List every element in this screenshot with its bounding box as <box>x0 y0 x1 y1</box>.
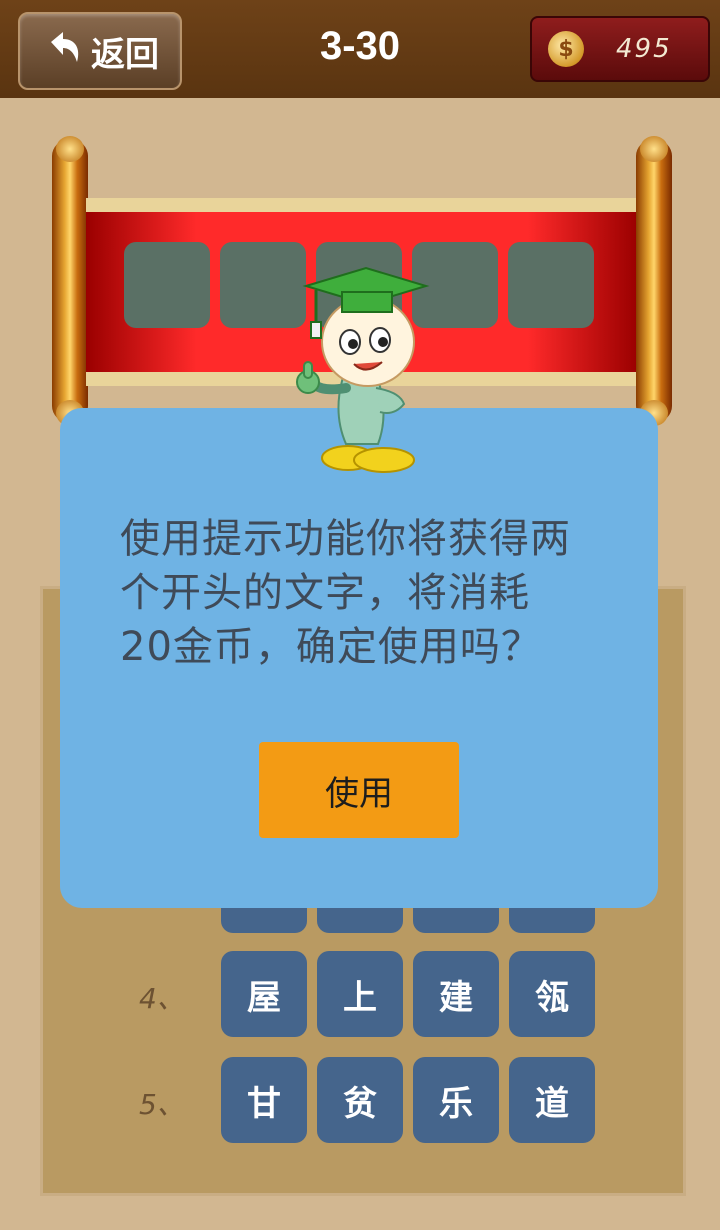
char-tile[interactable]: 建 <box>413 951 499 1037</box>
char-tile[interactable]: 道 <box>509 1057 595 1143</box>
board-row-5: 5、 甘 贫 乐 道 <box>43 1057 683 1143</box>
scroll-left-pole <box>52 136 88 426</box>
char-tile[interactable]: 贫 <box>317 1057 403 1143</box>
back-arrow-icon <box>51 32 79 62</box>
row-number: 5、 <box>139 1088 185 1121</box>
char-tile[interactable]: 上 <box>317 951 403 1037</box>
char-tile[interactable]: 瓴 <box>509 951 595 1037</box>
coin-count: 495 <box>616 34 672 64</box>
char-tile[interactable]: 甘 <box>221 1057 307 1143</box>
char-tile[interactable]: 屋 <box>221 951 307 1037</box>
hint-dialog: 使用提示功能你将获得两个开头的文字，将消耗20金币，确定使用吗？ 使用 <box>60 408 658 908</box>
back-button[interactable]: 返回 <box>18 12 182 90</box>
use-hint-button[interactable]: 使用 <box>259 742 459 838</box>
answer-slot[interactable] <box>124 242 210 328</box>
char-tile[interactable]: 乐 <box>413 1057 499 1143</box>
scroll-right-pole <box>636 136 672 426</box>
coin-icon: $ <box>548 31 584 67</box>
top-bar: 返回 3-30 $ 495 <box>0 0 720 98</box>
board-row-4: 4、 屋 上 建 瓴 <box>43 951 683 1037</box>
dialog-message: 使用提示功能你将获得两个开头的文字，将消耗20金币，确定使用吗？ <box>120 516 571 670</box>
level-title: 3-30 <box>319 24 401 68</box>
coin-counter: $ 495 <box>530 16 710 82</box>
back-button-label: 返回 <box>91 34 159 75</box>
mascot-graduate-icon <box>296 266 430 473</box>
row-number: 4、 <box>139 982 185 1015</box>
answer-slot[interactable] <box>508 242 594 328</box>
